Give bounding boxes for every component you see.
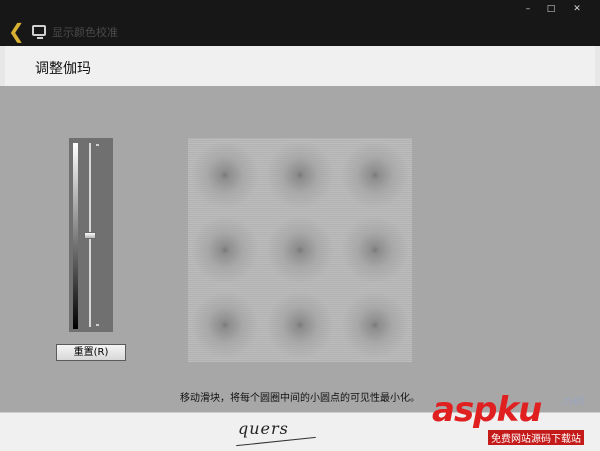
back-arrow-icon[interactable]: ❮ <box>8 21 25 41</box>
close-icon[interactable]: ✕ <box>570 4 584 14</box>
slider-tick-top <box>96 144 99 146</box>
watermark-tagline: 免费网站源码下载站 <box>488 430 584 445</box>
page-title: 调整伽玛 <box>35 61 91 77</box>
gamma-gradient-bar <box>73 143 78 329</box>
maximize-icon[interactable]: □ <box>544 4 558 14</box>
window-titlebar: ❮ 显示颜色校准 – □ ✕ <box>0 0 600 46</box>
page-header: 调整伽玛 <box>0 46 600 86</box>
monitor-icon <box>32 25 46 39</box>
gamma-slider-thumb[interactable] <box>84 231 96 239</box>
watermark: aspku .net 免费网站源码下载站 <box>432 392 600 450</box>
gamma-test-pattern <box>188 138 412 362</box>
signature: quers <box>238 419 289 438</box>
window-title: 显示颜色校准 <box>52 26 118 39</box>
minimize-icon[interactable]: – <box>521 4 535 14</box>
signature-underline <box>236 436 316 447</box>
gamma-slider-panel <box>69 138 113 332</box>
watermark-logo: aspku <box>432 390 542 430</box>
reset-button[interactable]: 重置(R) <box>56 344 126 361</box>
watermark-domain: .net <box>560 394 586 409</box>
slider-tick-bottom <box>96 324 99 326</box>
